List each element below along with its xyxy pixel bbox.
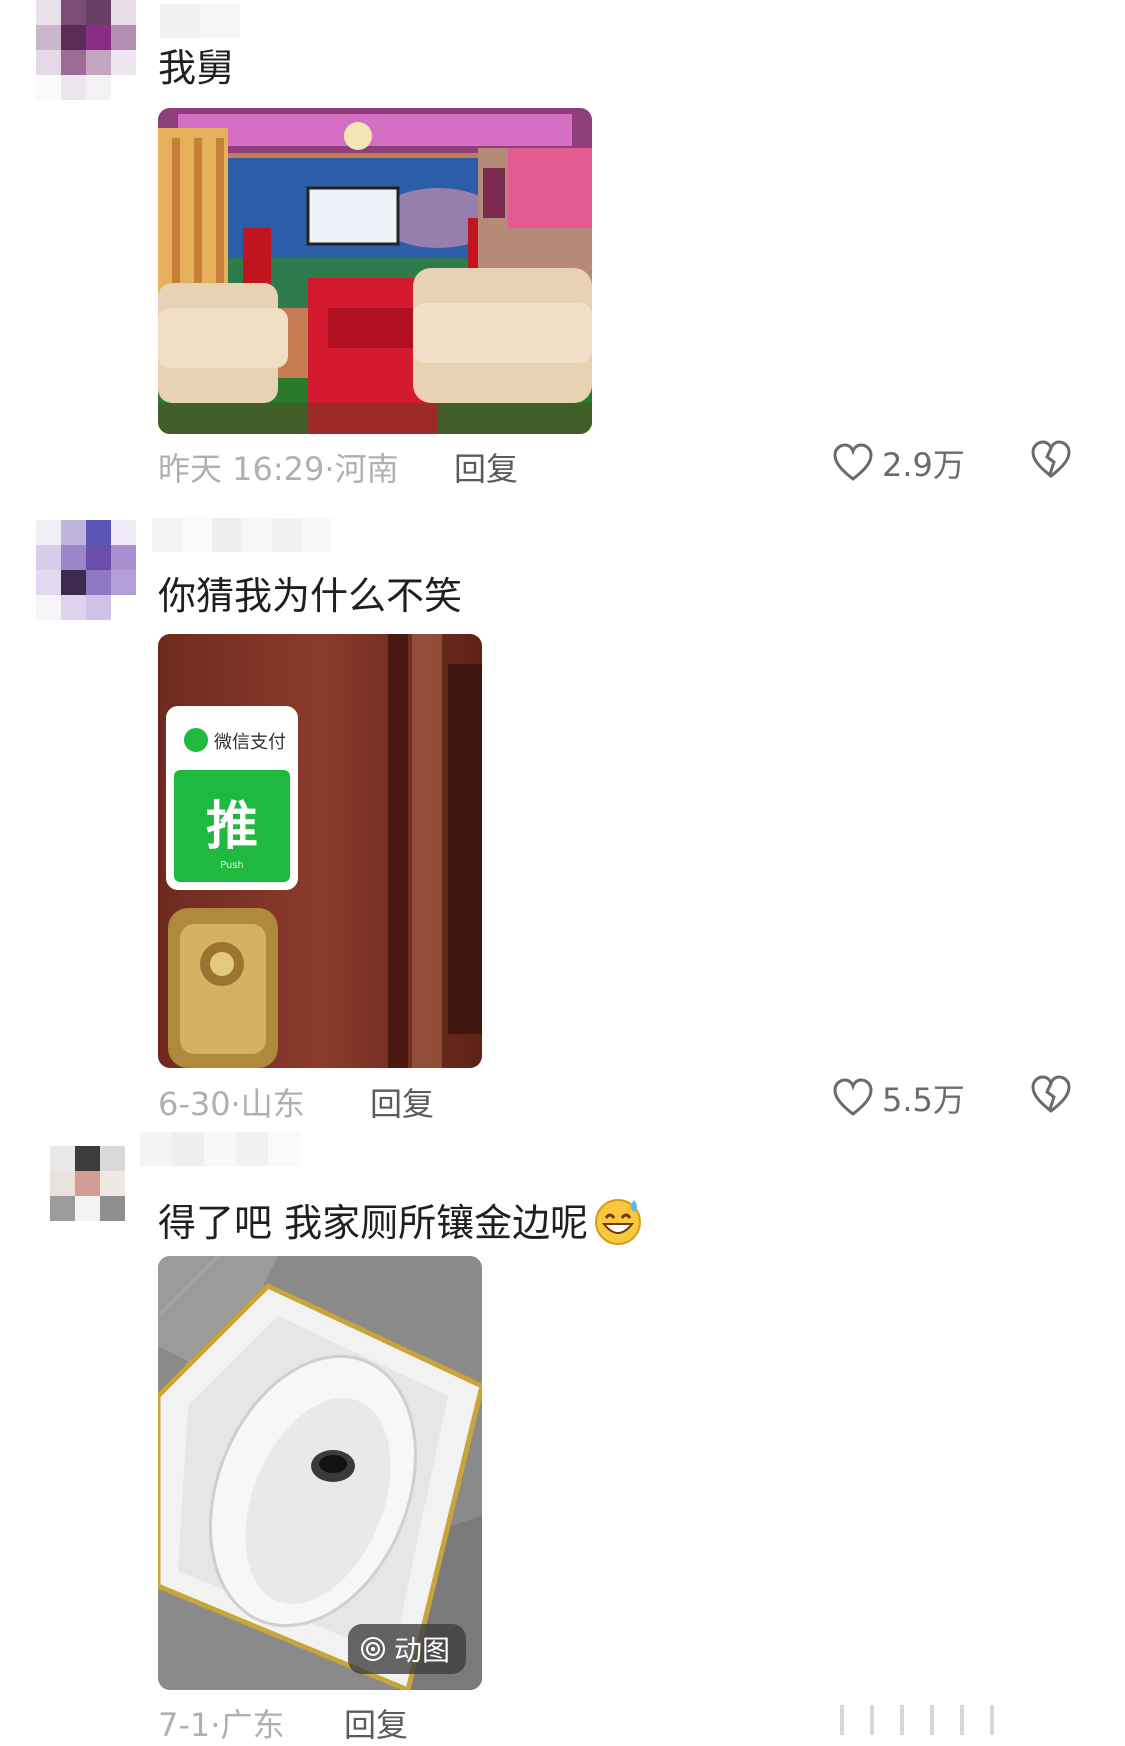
broken-heart-icon[interactable] (1030, 1075, 1072, 1115)
living-room-photo[interactable] (158, 108, 592, 434)
comment-text: 我舅 (158, 46, 235, 90)
comment-meta: 7-1·广东 (158, 1700, 284, 1746)
like-button[interactable]: 2.9万 (832, 440, 965, 486)
reply-button[interactable]: 回复 (344, 1700, 408, 1746)
like-count: 5.5万 (882, 1081, 965, 1119)
comment-date: 昨天 16:29 (158, 450, 325, 488)
sign-small: Push (220, 860, 244, 871)
door-push-sign-photo[interactable]: 微信支付 推 Push (158, 634, 482, 1068)
username-pixelated[interactable] (152, 518, 332, 552)
avatar[interactable] (36, 0, 136, 100)
avatar[interactable] (36, 520, 136, 620)
comment-text: 你猜我为什么不笑 (158, 574, 463, 618)
username-pixelated[interactable] (140, 1132, 300, 1166)
username-pixelated[interactable] (160, 4, 240, 38)
gif-play-icon (360, 1637, 385, 1661)
gold-trim-toilet-photo[interactable]: 动图 (158, 1256, 482, 1690)
scroll-indicator (840, 1705, 1070, 1737)
like-count: 2.9万 (882, 446, 965, 484)
comment-location: 山东 (240, 1085, 305, 1123)
scroll-tick (960, 1705, 964, 1735)
sign-brand: 微信支付 (214, 732, 286, 753)
comment-meta: 6-30·山东 (158, 1079, 305, 1125)
like-button[interactable]: 5.5万 (832, 1075, 965, 1121)
meta-separator: · (324, 450, 335, 488)
meta-separator: · (210, 1706, 221, 1744)
meta-separator: · (230, 1085, 241, 1123)
comment-date: 7-1 (158, 1706, 211, 1744)
gif-badge: 动图 (347, 1624, 466, 1674)
scroll-tick (900, 1705, 904, 1735)
reply-button[interactable]: 回复 (370, 1079, 434, 1125)
heart-outline-icon (833, 443, 873, 481)
avatar[interactable] (50, 1146, 125, 1221)
scroll-tick (840, 1705, 844, 1735)
comment-location: 广东 (220, 1706, 285, 1744)
grinning-sweat-emoji (595, 1199, 642, 1245)
gif-badge-label: 动图 (393, 1634, 450, 1667)
scroll-tick (930, 1705, 934, 1735)
sign-word: 推 (206, 797, 258, 857)
comment-text: 得了吧 我家厕所镶金边呢 (158, 1194, 644, 1247)
broken-heart-icon[interactable] (1030, 440, 1072, 480)
comment-date: 6-30 (158, 1085, 231, 1123)
reply-button[interactable]: 回复 (454, 444, 518, 490)
scroll-tick (870, 1705, 874, 1735)
comment-text-content: 得了吧 我家厕所镶金边呢 (158, 1201, 589, 1245)
comment-location: 河南 (334, 450, 399, 488)
heart-outline-icon (833, 1078, 873, 1116)
scroll-tick (990, 1705, 994, 1735)
comment-meta: 昨天 16:29·河南 (158, 444, 399, 490)
